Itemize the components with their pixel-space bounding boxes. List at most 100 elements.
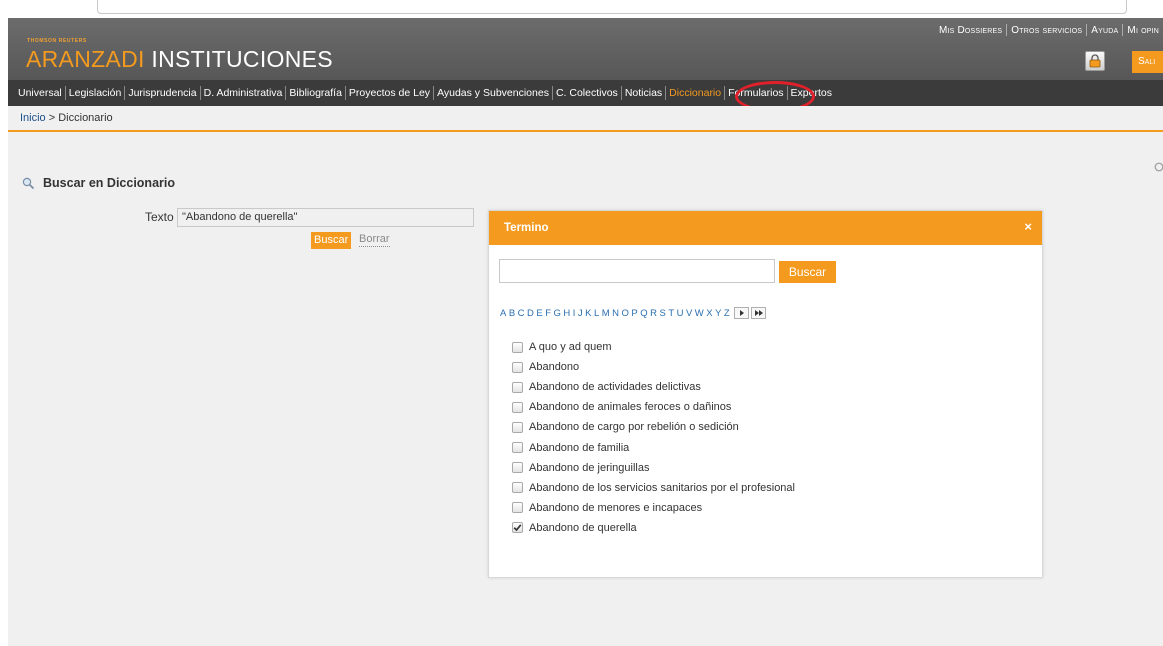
borrar-link[interactable]: Borrar bbox=[359, 233, 390, 247]
term-item[interactable]: Abandono de actividades delictivas bbox=[512, 377, 795, 397]
checkbox[interactable] bbox=[512, 381, 523, 393]
divider bbox=[1122, 24, 1124, 36]
term-label: Abandono de familia bbox=[529, 441, 630, 454]
fast-forward-icon bbox=[754, 310, 763, 316]
dialog-buscar-button[interactable]: Buscar bbox=[779, 261, 836, 283]
close-icon[interactable]: × bbox=[1024, 220, 1032, 234]
letter-link[interactable]: F bbox=[545, 308, 551, 319]
play-icon bbox=[739, 310, 744, 316]
logout-button[interactable]: Sali bbox=[1132, 51, 1163, 73]
letter-link[interactable]: W bbox=[695, 308, 704, 319]
nav-item-ayudas-subvenciones[interactable]: Ayudas y Subvenciones bbox=[434, 87, 552, 99]
dialog-search-input[interactable] bbox=[499, 259, 775, 283]
term-label: Abandono de los servicios sanitarios por… bbox=[529, 481, 795, 494]
term-label: Abandono de querella bbox=[529, 521, 637, 534]
top-link-ayuda[interactable]: Ayuda bbox=[1087, 25, 1122, 36]
checkbox-checked[interactable] bbox=[512, 522, 523, 534]
divider bbox=[1006, 24, 1008, 36]
letter-link[interactable]: P bbox=[631, 308, 638, 319]
top-link-mi-opinion[interactable]: Mi opin bbox=[1123, 25, 1163, 36]
nav-item-diccionario[interactable]: Diccionario bbox=[666, 87, 724, 99]
letter-link[interactable]: S bbox=[659, 308, 666, 319]
letter-link[interactable]: R bbox=[650, 308, 657, 319]
checkbox[interactable] bbox=[512, 421, 523, 433]
checkbox[interactable] bbox=[512, 482, 523, 494]
texto-input[interactable]: "Abandono de querella" bbox=[177, 208, 474, 227]
site-header: THOMSON REUTERS ARANZADI INSTITUCIONES M… bbox=[8, 18, 1163, 80]
nav-item-jurisprudencia[interactable]: Jurisprudencia bbox=[125, 87, 199, 99]
term-item[interactable]: Abandono de familia bbox=[512, 437, 795, 457]
letter-link[interactable]: O bbox=[622, 308, 630, 319]
letter-link[interactable]: C bbox=[518, 308, 525, 319]
letter-link[interactable]: V bbox=[686, 308, 693, 319]
letter-link[interactable]: G bbox=[554, 308, 562, 319]
alphabet-index: A B C D E F G H I J K L M N O P Q R S T bbox=[500, 307, 767, 319]
term-item[interactable]: Abandono de cargo por rebelión o sedició… bbox=[512, 417, 795, 437]
letter-link[interactable]: U bbox=[677, 308, 684, 319]
term-label: Abandono de animales feroces o dañinos bbox=[529, 401, 732, 414]
breadcrumb: Inicio > Diccionario bbox=[8, 106, 1163, 132]
nav-item-expertos[interactable]: Expertos bbox=[788, 87, 835, 99]
term-item[interactable]: Abandono de animales feroces o dañinos bbox=[512, 397, 795, 417]
term-item[interactable]: A quo y ad quem bbox=[512, 337, 795, 357]
letter-link[interactable]: K bbox=[585, 308, 592, 319]
term-label: Abandono bbox=[529, 361, 580, 374]
term-label: Abandono de jeringuillas bbox=[529, 461, 650, 474]
top-link-otros-servicios[interactable]: Otros servicios bbox=[1007, 25, 1086, 36]
section-heading: Buscar en Diccionario bbox=[22, 176, 175, 190]
lock-icon bbox=[1089, 54, 1101, 68]
app-frame: THOMSON REUTERS ARANZADI INSTITUCIONES M… bbox=[8, 18, 1163, 646]
letter-link[interactable]: I bbox=[573, 308, 576, 319]
letter-link[interactable]: D bbox=[527, 308, 534, 319]
letter-link[interactable]: N bbox=[612, 308, 619, 319]
letter-link[interactable]: Z bbox=[724, 308, 730, 319]
letter-link[interactable]: T bbox=[668, 308, 674, 319]
main-content: Buscar en Diccionario Texto "Abandono de… bbox=[8, 134, 1163, 646]
checkbox[interactable] bbox=[512, 401, 523, 413]
nav-item-noticias[interactable]: Noticias bbox=[622, 87, 665, 99]
checkbox[interactable] bbox=[512, 361, 523, 373]
letter-link[interactable]: B bbox=[509, 308, 516, 319]
checkbox[interactable] bbox=[512, 462, 523, 474]
letter-link[interactable]: M bbox=[602, 308, 610, 319]
search-icon bbox=[22, 177, 35, 189]
term-item[interactable]: Abandono bbox=[512, 357, 795, 377]
term-item[interactable]: Abandono de los servicios sanitarios por… bbox=[512, 478, 795, 498]
lock-button[interactable] bbox=[1085, 51, 1105, 71]
nav-item-universal[interactable]: Universal bbox=[15, 87, 65, 99]
letter-link[interactable]: Y bbox=[715, 308, 722, 319]
breadcrumb-home-link[interactable]: Inicio bbox=[20, 112, 46, 124]
nav-item-formularios[interactable]: Formularios bbox=[725, 87, 786, 99]
browser-top-strip bbox=[0, 0, 1163, 18]
term-item[interactable]: Abandono de jeringuillas bbox=[512, 458, 795, 478]
nav-item-d-administrativa[interactable]: D. Administrativa bbox=[201, 87, 286, 99]
buscar-button[interactable]: Buscar bbox=[311, 232, 352, 249]
address-bar[interactable] bbox=[97, 0, 1127, 14]
publisher-logo-text: THOMSON REUTERS bbox=[27, 38, 87, 44]
nav-item-legislacion[interactable]: Legislación bbox=[66, 87, 125, 99]
last-page-button[interactable] bbox=[751, 307, 767, 319]
next-page-button[interactable] bbox=[734, 307, 750, 319]
help-icon[interactable] bbox=[1154, 162, 1163, 172]
checkbox[interactable] bbox=[512, 502, 523, 514]
nav-item-bibliografia[interactable]: Bibliografía bbox=[286, 87, 345, 99]
letter-link[interactable]: Q bbox=[640, 308, 648, 319]
breadcrumb-current: Diccionario bbox=[58, 112, 113, 124]
letter-link[interactable]: X bbox=[706, 308, 713, 319]
letter-link[interactable]: A bbox=[500, 308, 507, 319]
letter-link[interactable]: H bbox=[563, 308, 570, 319]
term-label: Abandono de cargo por rebelión o sedició… bbox=[529, 421, 739, 434]
term-item[interactable]: Abandono de querella bbox=[512, 518, 795, 538]
checkbox[interactable] bbox=[512, 442, 523, 454]
dialog-title: Termino bbox=[504, 222, 549, 234]
nav-item-c-colectivos[interactable]: C. Colectivos bbox=[553, 87, 621, 99]
top-link-dossieres[interactable]: Mis Dossieres bbox=[935, 25, 1006, 36]
term-item[interactable]: Abandono de menores e incapaces bbox=[512, 498, 795, 518]
site-logo[interactable]: ARANZADI INSTITUCIONES bbox=[26, 46, 333, 73]
logo-accent: ARANZADI bbox=[26, 46, 145, 72]
checkbox[interactable] bbox=[512, 341, 523, 353]
letter-link[interactable]: L bbox=[594, 308, 600, 319]
letter-link[interactable]: E bbox=[536, 308, 543, 319]
letter-link[interactable]: J bbox=[578, 308, 583, 319]
nav-item-proyectos-de-ley[interactable]: Proyectos de Ley bbox=[346, 87, 433, 99]
